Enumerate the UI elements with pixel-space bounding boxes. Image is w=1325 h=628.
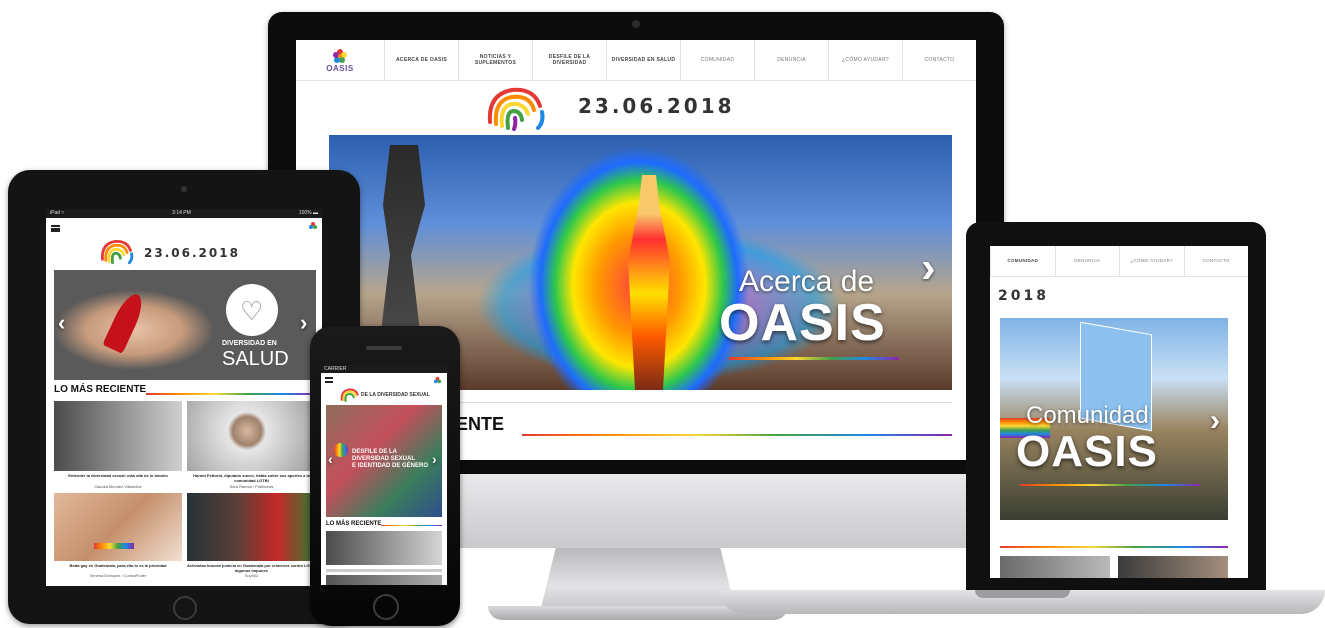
ipad-home-button[interactable] <box>173 596 197 620</box>
laptop-hero[interactable]: Comunidad OASIS › <box>1000 318 1228 520</box>
hamburger-icon[interactable] <box>51 225 60 232</box>
laptop-thumb-2[interactable] <box>1118 556 1228 578</box>
nav-desfile[interactable]: DESFILE DE LA DIVERSIDAD <box>532 40 606 80</box>
ipad-hero-logo-line1: DIVERSIDAD EN <box>222 340 277 347</box>
laptop-nav-comunidad[interactable]: COMUNIDAD <box>990 246 1055 276</box>
laptop-date: 2018 <box>998 288 1049 304</box>
iphone-statusbar: CARRIER <box>321 365 447 373</box>
red-ribbon-shape <box>102 290 148 354</box>
flower-logo-icon[interactable] <box>308 221 318 231</box>
iphone-article-thumb[interactable] <box>326 531 442 565</box>
ipad-section-title: LO MÁS RECIENTE <box>54 384 147 395</box>
ipad-prev-arrow-icon[interactable]: ‹ <box>58 310 65 336</box>
iphone-speaker <box>366 346 402 350</box>
ipad-camera-icon <box>181 186 187 192</box>
ipad-time: 3:14 PM <box>172 210 191 216</box>
flower-logo-icon <box>333 48 347 63</box>
fingerprint-logo-icon <box>101 239 134 265</box>
ipad-statusbar: iPad ≈ 3:14 PM 100% ▬ <box>46 209 322 218</box>
laptop-nav-denuncia[interactable]: DENUNCIA <box>1054 246 1120 276</box>
article-thumb-4[interactable] <box>187 493 316 561</box>
article-title-2[interactable]: Harold Pettorid, diputado sueco, habla s… <box>187 473 316 483</box>
iphone-hero[interactable]: DESFILE DE LA DIVERSIDAD SEXUAL E IDENTI… <box>326 405 442 517</box>
laptop-nav-ayudar[interactable]: ¿CÓMO AYUDAR? <box>1119 246 1184 276</box>
article-author-4: Soy502 <box>244 573 259 578</box>
nav-contacto[interactable]: CONTACTO <box>902 40 976 80</box>
hero-rainbow-line <box>729 357 899 360</box>
iphone-article-caption-bar <box>326 569 442 572</box>
ipad-carrier: iPad ≈ <box>50 210 65 216</box>
nav-denuncia[interactable]: DENUNCIA <box>754 40 828 80</box>
nav-noticias[interactable]: NOTICIAS Y SUPLEMENTOS <box>458 40 532 80</box>
ipad-battery: 100% ▬ <box>298 210 318 216</box>
nav-comunidad[interactable]: COMUNIDAD <box>680 40 754 80</box>
article-thumb-1[interactable] <box>54 401 182 471</box>
iphone-hero-line2: DIVERSIDAD SEXUAL <box>352 456 416 462</box>
logo-text: OASIS <box>326 63 354 73</box>
laptop-section-rainbow <box>1000 546 1228 548</box>
nav-salud[interactable]: DIVERSIDAD EN SALUD <box>606 40 680 80</box>
nav-ayudar[interactable]: ¿CÓMO AYUDAR? <box>828 40 902 80</box>
laptop-hero-line1: Comunidad <box>1026 402 1149 429</box>
iphone-carrier: CARRIER <box>324 366 347 372</box>
iphone-hero-line3: E IDENTIDAD DE GÉNERO <box>352 463 429 469</box>
ipad-hero[interactable]: ♡ DIVERSIDAD EN SALUD ‹ › <box>54 270 316 380</box>
laptop-hero-rainbow <box>1020 484 1200 486</box>
hero-caption-line2: OASIS <box>719 294 886 352</box>
event-date: 23.06.2018 <box>578 94 735 118</box>
main-nav: OASIS ACERCA DE OASIS NOTICIAS Y SUPLEME… <box>296 40 976 81</box>
iphone-section-title: LO MÁS RECIENTE <box>326 521 382 527</box>
article-thumb-2[interactable] <box>187 401 316 471</box>
ipad-date: 23.06.2018 <box>144 246 240 260</box>
statue-shape <box>379 145 425 345</box>
iphone-header-text: DE LA DIVERSIDAD SEXUAL <box>361 392 430 398</box>
laptop-nav: COMUNIDAD DENUNCIA ¿CÓMO AYUDAR? CONTACT… <box>990 246 1248 277</box>
article-thumb-3[interactable] <box>54 493 182 561</box>
laptop-nav-contacto[interactable]: CONTACTO <box>1183 246 1249 276</box>
section-rainbow-line <box>522 434 952 436</box>
webcam-icon <box>632 20 640 28</box>
iphone-screen: CARRIER DE LA DIVERSIDAD SEXUAL DESFILE … <box>321 365 447 585</box>
dancer-shape <box>628 175 670 390</box>
nav-acerca[interactable]: ACERCA DE OASIS <box>384 40 458 80</box>
laptop-notch <box>975 590 1070 598</box>
hero-fingerprint-icon <box>334 443 348 457</box>
ipad-hero-logo-line2: SALUD <box>222 348 289 370</box>
ipad-next-arrow-icon[interactable]: › <box>300 310 307 336</box>
article-author-3: Ximena Enriquez / ContraPoder <box>89 573 147 578</box>
iphone-prev-arrow-icon[interactable]: ‹ <box>328 451 333 467</box>
salud-heart-icon: ♡ <box>226 284 278 336</box>
laptop-hero-line2: OASIS <box>1016 427 1158 476</box>
iphone-section-rainbow <box>381 525 442 526</box>
section-title: ENTE <box>456 414 505 434</box>
article-author-2: Sara Ramos / Publinews <box>229 484 274 489</box>
ipad-section-rainbow <box>146 393 316 395</box>
iphone-home-button[interactable] <box>373 594 399 620</box>
iphone-article-thumb-2[interactable] <box>326 575 442 585</box>
ipad-screen: iPad ≈ 3:14 PM 100% ▬ 23.06.2018 ♡ DIVER… <box>46 209 322 586</box>
laptop-thumb-1[interactable] <box>1000 556 1110 578</box>
iphone-hero-line1: DESFILE DE LA <box>352 449 398 455</box>
fingerprint-logo-icon <box>487 87 545 131</box>
laptop-screen: COMUNIDAD DENUNCIA ¿CÓMO AYUDAR? CONTACT… <box>990 246 1248 578</box>
hamburger-icon[interactable] <box>325 377 333 383</box>
iphone-next-arrow-icon[interactable]: › <box>432 451 437 467</box>
article-title-4[interactable]: Activistas buscan justicia en Guatemala … <box>187 563 316 573</box>
flower-logo-icon[interactable] <box>433 376 442 385</box>
article-title-3[interactable]: Boda gay en Guatemala, para ella lo es l… <box>54 563 182 568</box>
hero-next-arrow-icon[interactable]: › <box>921 243 936 293</box>
oasis-logo[interactable]: OASIS <box>296 40 384 80</box>
laptop-next-arrow-icon[interactable]: › <box>1210 404 1220 438</box>
article-author-1: Claudia Mendez Villaseñor <box>94 484 142 489</box>
article-title-1[interactable]: Entender la diversidad sexual: más allá … <box>54 473 182 478</box>
imac-stand <box>540 548 736 612</box>
fingerprint-logo-icon <box>340 388 359 403</box>
